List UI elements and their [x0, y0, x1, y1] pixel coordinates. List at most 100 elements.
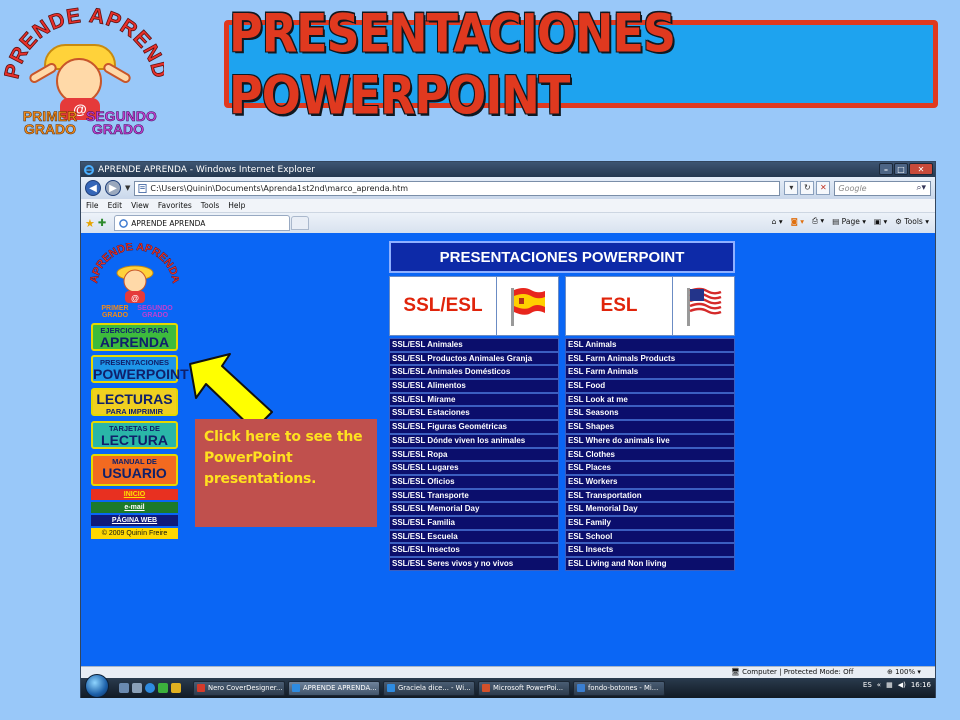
esl-presentation-item[interactable]: ESL Seasons: [565, 406, 735, 421]
menu-tools[interactable]: Tools: [201, 201, 219, 210]
nav-lecturas-button[interactable]: LECTURAS PARA IMPRIMIR: [91, 388, 178, 416]
ie-quick-icon[interactable]: [145, 683, 155, 693]
ssl-esl-presentation-item[interactable]: SSL/ESL Dónde viven los animales: [389, 433, 559, 448]
esl-presentation-item[interactable]: ESL Transportation: [565, 488, 735, 503]
address-dropdown-icon[interactable]: ▾: [784, 181, 799, 195]
taskbar-button-fondo[interactable]: fondo-botones - Mi...: [573, 680, 665, 696]
show-desktop-icon[interactable]: [119, 683, 129, 693]
ssl-esl-presentation-item[interactable]: SSL/ESL Transporte: [389, 488, 559, 503]
callout-box: Click here to see the PowerPoint present…: [195, 419, 377, 527]
nero-icon: [197, 684, 205, 692]
esl-presentation-item[interactable]: ESL Memorial Day: [565, 502, 735, 516]
esl-presentation-item[interactable]: ESL Animals: [565, 338, 735, 352]
zoom-level: 100%: [895, 668, 916, 676]
esl-presentation-item[interactable]: ESL Insects: [565, 543, 735, 557]
safety-icon[interactable]: ▣ ▾: [874, 217, 887, 226]
menu-edit[interactable]: Edit: [108, 201, 123, 210]
ssl-esl-presentation-item[interactable]: SSL/ESL Productos Animales Granja: [389, 351, 559, 366]
presentations-table: PRESENTACIONES POWERPOINT SSL/ESL SSL/ES…: [389, 241, 735, 571]
network-icon[interactable]: ▦: [886, 681, 893, 689]
esl-presentation-item[interactable]: ESL Shapes: [565, 420, 735, 434]
address-input[interactable]: C:\Users\Quinin\Documents\Aprenda1st2nd\…: [134, 180, 781, 196]
esl-presentation-item[interactable]: ESL Look at me: [565, 392, 735, 407]
ssl-esl-presentation-item[interactable]: SSL/ESL Lugares: [389, 461, 559, 475]
minimize-button[interactable]: –: [879, 163, 893, 175]
taskbar-button-aprende[interactable]: APRENDE APRENDA...: [288, 680, 380, 696]
stop-icon[interactable]: ✕: [816, 181, 831, 195]
start-button[interactable]: [85, 674, 109, 698]
history-dropdown-icon[interactable]: ▼: [125, 184, 130, 192]
menu-file[interactable]: File: [86, 201, 99, 210]
page-menu[interactable]: ▤ Page ▾: [832, 217, 866, 226]
esl-title: ESL: [566, 277, 673, 335]
search-input[interactable]: Google ⌕▾: [834, 180, 931, 196]
link-pagina-web[interactable]: PÁGINA WEB: [91, 515, 178, 526]
taskbar-button-powerpoint[interactable]: Microsoft PowerPoi...: [478, 680, 570, 696]
clock[interactable]: 16:16: [911, 681, 931, 689]
tray-arrows-icon[interactable]: «: [877, 681, 881, 689]
esl-presentation-item[interactable]: ESL Places: [565, 461, 735, 475]
zoom-control[interactable]: ⊕ 100% ▾: [887, 668, 921, 676]
esl-presentation-item[interactable]: ESL Food: [565, 379, 735, 393]
esl-presentation-item[interactable]: ESL Family: [565, 515, 735, 530]
refresh-icon[interactable]: ↻: [800, 181, 815, 195]
nav-ejercicios-big: APRENDA: [99, 333, 170, 350]
ssl-esl-presentation-item[interactable]: SSL/ESL Estaciones: [389, 406, 559, 421]
switch-windows-icon[interactable]: [132, 683, 142, 693]
search-icon[interactable]: ⌕▾: [916, 183, 926, 193]
esl-presentation-item[interactable]: ESL Farm Animals: [565, 365, 735, 380]
close-button[interactable]: ✕: [909, 163, 933, 175]
forward-button[interactable]: ▶: [105, 180, 121, 196]
esl-presentation-item[interactable]: ESL Workers: [565, 474, 735, 489]
new-tab-button[interactable]: [291, 216, 310, 230]
ssl-esl-presentation-item[interactable]: SSL/ESL Oficios: [389, 474, 559, 489]
taskbar-button-nero[interactable]: Nero CoverDesigner...: [193, 680, 285, 696]
ssl-esl-presentation-item[interactable]: SSL/ESL Animales Domésticos: [389, 365, 559, 380]
nav-manual-button[interactable]: MANUAL DE USUARIO: [91, 454, 178, 486]
link-inicio[interactable]: INICIO: [91, 489, 178, 500]
nav-lecturas-small: PARA IMPRIMIR: [105, 407, 164, 416]
ssl-esl-presentation-item[interactable]: SSL/ESL Familia: [389, 515, 559, 530]
ssl-esl-presentation-item[interactable]: SSL/ESL Insectos: [389, 543, 559, 557]
home-icon[interactable]: ⌂ ▾: [772, 217, 783, 226]
menu-view[interactable]: View: [131, 201, 149, 210]
ssl-esl-title: SSL/ESL: [390, 277, 497, 335]
nav-presentaciones-button[interactable]: PRESENTACIONES POWERPOINT: [91, 355, 189, 383]
ssl-esl-presentation-item[interactable]: SSL/ESL Figuras Geométricas: [389, 420, 559, 434]
ssl-esl-presentation-item[interactable]: SSL/ESL Ropa: [389, 447, 559, 462]
ssl-esl-presentation-item[interactable]: SSL/ESL Mírame: [389, 392, 559, 407]
menu-favorites[interactable]: Favorites: [158, 201, 192, 210]
ssl-esl-presentation-item[interactable]: SSL/ESL Alimentos: [389, 379, 559, 393]
taskbar-button-graciela[interactable]: Graciela dice... - Wi...: [383, 680, 475, 696]
ssl-esl-presentation-item[interactable]: SSL/ESL Animales: [389, 338, 559, 352]
esl-presentation-item[interactable]: ESL Clothes: [565, 447, 735, 462]
esl-presentation-item[interactable]: ESL School: [565, 529, 735, 544]
add-favorite-icon[interactable]: ✚: [98, 218, 106, 229]
taskbar-label: Microsoft PowerPoi...: [493, 684, 564, 692]
language-indicator[interactable]: ES: [863, 681, 872, 689]
maximize-button[interactable]: □: [894, 163, 908, 175]
browser-tab[interactable]: APRENDE APRENDA: [114, 215, 291, 231]
back-button[interactable]: ◀: [85, 180, 101, 196]
site-logo[interactable]: APRENDE APRENDA @ PRIMER GRADO SEGUNDO G…: [88, 241, 182, 323]
favorites-star-icon[interactable]: ★: [85, 217, 95, 230]
ssl-esl-header: SSL/ESL: [389, 276, 559, 336]
menu-help[interactable]: Help: [228, 201, 245, 210]
volume-icon[interactable]: ◀): [898, 681, 906, 689]
ssl-esl-presentation-item[interactable]: SSL/ESL Seres vivos y no vivos: [389, 557, 559, 571]
nav-tarjetas-button[interactable]: TARJETAS DE LECTURA: [91, 421, 178, 449]
ssl-esl-presentation-item[interactable]: SSL/ESL Memorial Day: [389, 502, 559, 516]
app-quick-icon[interactable]: [158, 683, 168, 693]
print-icon[interactable]: ⎙ ▾: [812, 216, 824, 226]
ssl-esl-presentation-item[interactable]: SSL/ESL Escuela: [389, 529, 559, 544]
esl-presentation-item[interactable]: ESL Farm Animals Products: [565, 351, 735, 366]
feeds-icon[interactable]: ◙ ▾: [791, 217, 804, 226]
nav-ejercicios-button[interactable]: EJERCICIOS PARA APRENDA: [91, 323, 178, 351]
flash-quick-icon[interactable]: [171, 683, 181, 693]
usa-flag-icon: [673, 277, 734, 335]
copyright-label: © 2009 Quinín Freire: [91, 528, 178, 539]
tools-menu[interactable]: ⚙ Tools ▾: [895, 217, 929, 226]
esl-presentation-item[interactable]: ESL Where do animals live: [565, 433, 735, 448]
esl-presentation-item[interactable]: ESL Living and Non living: [565, 557, 735, 571]
link-email[interactable]: e-mail: [91, 502, 178, 513]
